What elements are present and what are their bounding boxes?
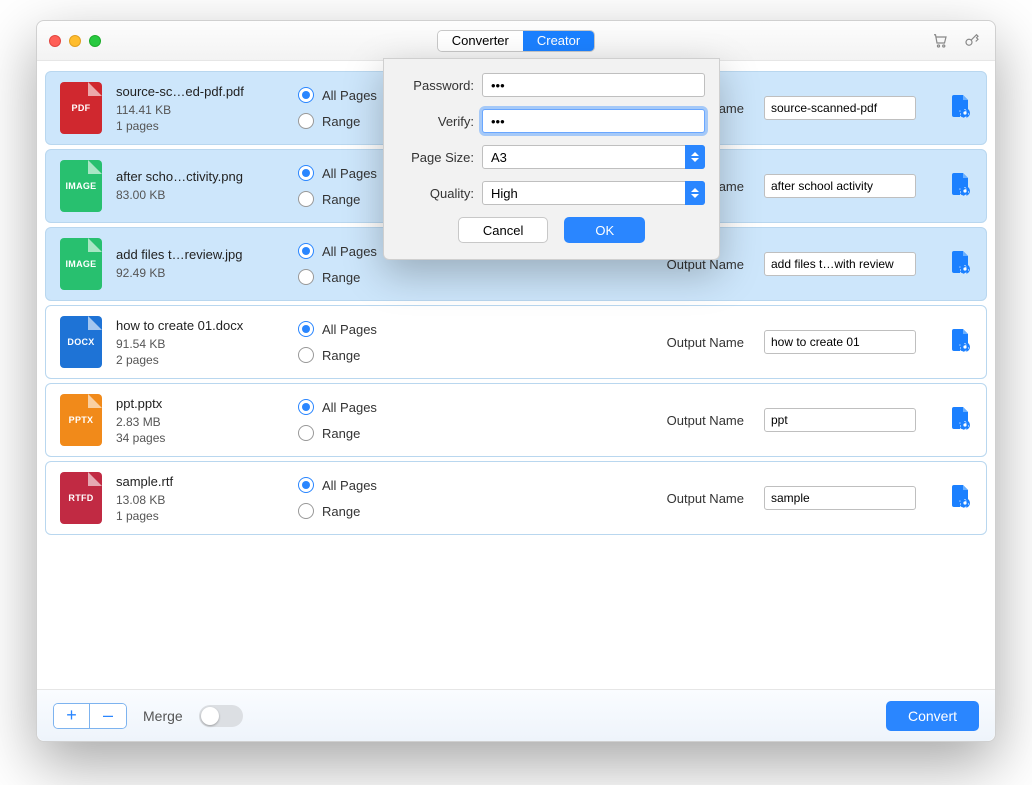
file-settings-icon[interactable]: [948, 405, 972, 436]
verify-label: Verify:: [398, 114, 482, 129]
password-label: Password:: [398, 78, 482, 93]
output-name-input[interactable]: [764, 408, 916, 432]
output-name-input[interactable]: [764, 330, 916, 354]
file-settings-icon[interactable]: [948, 483, 972, 514]
page-range-group: All Pages Range: [298, 321, 468, 363]
file-pages: 2 pages: [116, 353, 284, 367]
file-size: 91.54 KB: [116, 337, 284, 351]
file-row[interactable]: RTFD sample.rtf 13.08 KB 1 pages All Pages Ra…: [45, 461, 987, 535]
convert-button[interactable]: Convert: [886, 701, 979, 731]
file-settings-icon[interactable]: [948, 93, 972, 124]
page-range-group: All Pages Range: [298, 477, 468, 519]
settings-sheet: Password: Verify: Page Size: A3 Quality:…: [383, 58, 720, 260]
output-name-label: Output Name: [667, 413, 744, 428]
file-type-icon: IMAGE: [60, 238, 102, 290]
range-radio[interactable]: Range: [298, 347, 468, 363]
close-window-button[interactable]: [49, 35, 61, 47]
file-type-icon: IMAGE: [60, 160, 102, 212]
merge-toggle[interactable]: [199, 705, 243, 727]
bottom-toolbar: + – Merge Convert: [37, 689, 995, 741]
quality-label: Quality:: [398, 186, 482, 201]
key-icon[interactable]: [963, 31, 981, 54]
remove-file-button[interactable]: –: [90, 704, 126, 728]
file-meta: add files t…review.jpg 92.49 KB: [116, 247, 284, 282]
file-name: how to create 01.docx: [116, 318, 284, 333]
page-range-group: All Pages Range: [298, 399, 468, 441]
range-radio[interactable]: Range: [298, 425, 468, 441]
add-remove-group: + –: [53, 703, 127, 729]
file-pages: 34 pages: [116, 431, 284, 445]
file-type-icon: PPTX: [60, 394, 102, 446]
output-name-input[interactable]: [764, 486, 916, 510]
mode-segmented-control: Converter Creator: [437, 30, 595, 52]
cart-icon[interactable]: [931, 31, 949, 54]
file-meta: how to create 01.docx 91.54 KB 2 pages: [116, 318, 284, 367]
file-name: source-sc…ed-pdf.pdf: [116, 84, 284, 99]
pagesize-select[interactable]: A3: [482, 145, 705, 169]
range-radio[interactable]: Range: [298, 269, 468, 285]
output-name-label: Output Name: [667, 335, 744, 350]
output-name-input[interactable]: [764, 174, 916, 198]
file-meta: source-sc…ed-pdf.pdf 114.41 KB 1 pages: [116, 84, 284, 133]
file-type-icon: DOCX: [60, 316, 102, 368]
file-settings-icon[interactable]: [948, 249, 972, 280]
pagesize-label: Page Size:: [398, 150, 482, 165]
range-radio[interactable]: Range: [298, 503, 468, 519]
file-type-icon: PDF: [60, 82, 102, 134]
add-file-button[interactable]: +: [54, 704, 90, 728]
file-name: after scho…ctivity.png: [116, 169, 284, 184]
file-row[interactable]: DOCX how to create 01.docx 91.54 KB 2 pages…: [45, 305, 987, 379]
tab-creator[interactable]: Creator: [523, 31, 594, 51]
titlebar: Converter Creator: [37, 21, 995, 61]
file-meta: after scho…ctivity.png 83.00 KB: [116, 169, 284, 204]
file-size: 83.00 KB: [116, 188, 284, 202]
file-size: 2.83 MB: [116, 415, 284, 429]
all-pages-radio[interactable]: All Pages: [298, 477, 468, 493]
password-field[interactable]: [482, 73, 705, 97]
quality-select[interactable]: High: [482, 181, 705, 205]
merge-label: Merge: [143, 708, 183, 724]
verify-field[interactable]: [482, 109, 705, 133]
all-pages-radio[interactable]: All Pages: [298, 399, 468, 415]
file-meta: sample.rtf 13.08 KB 1 pages: [116, 474, 284, 523]
window-controls: [49, 35, 101, 47]
output-name-input[interactable]: [764, 96, 916, 120]
chevron-updown-icon: [685, 181, 705, 205]
ok-button[interactable]: OK: [564, 217, 645, 243]
cancel-button[interactable]: Cancel: [458, 217, 548, 243]
minimize-window-button[interactable]: [69, 35, 81, 47]
zoom-window-button[interactable]: [89, 35, 101, 47]
file-name: add files t…review.jpg: [116, 247, 284, 262]
file-pages: 1 pages: [116, 119, 284, 133]
file-name: sample.rtf: [116, 474, 284, 489]
tab-converter[interactable]: Converter: [438, 31, 523, 51]
file-size: 13.08 KB: [116, 493, 284, 507]
file-type-icon: RTFD: [60, 472, 102, 524]
file-meta: ppt.pptx 2.83 MB 34 pages: [116, 396, 284, 445]
output-name-label: Output Name: [667, 491, 744, 506]
file-settings-icon[interactable]: [948, 327, 972, 358]
file-settings-icon[interactable]: [948, 171, 972, 202]
file-row[interactable]: PPTX ppt.pptx 2.83 MB 34 pages All Pages Rang…: [45, 383, 987, 457]
file-pages: 1 pages: [116, 509, 284, 523]
chevron-updown-icon: [685, 145, 705, 169]
output-name-input[interactable]: [764, 252, 916, 276]
file-size: 114.41 KB: [116, 103, 284, 117]
all-pages-radio[interactable]: All Pages: [298, 321, 468, 337]
file-size: 92.49 KB: [116, 266, 284, 280]
file-name: ppt.pptx: [116, 396, 284, 411]
